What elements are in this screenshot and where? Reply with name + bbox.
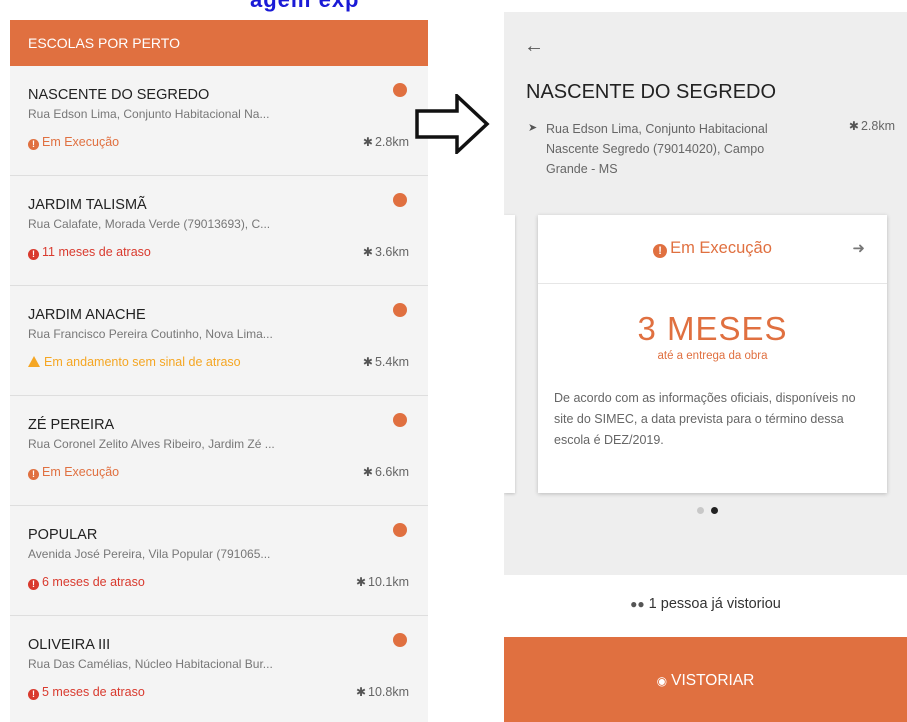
distance-value: 2.8km — [374, 135, 409, 149]
alert-icon: ! — [28, 689, 39, 700]
school-address: Rua Calafate, Morada Verde (79013693), C… — [28, 217, 271, 231]
school-list-item[interactable]: NASCENTE DO SEGREDO Rua Edson Lima, Conju… — [10, 66, 428, 176]
distance-value: 10.1km — [368, 575, 409, 589]
alert-icon: ! — [28, 579, 39, 590]
school-status-label: Em Execução — [42, 465, 120, 479]
back-arrow-icon[interactable]: ← — [524, 34, 548, 58]
school-detail-screen: ← NASCENTE DO SEGREDO ➤ Rua Edson Lima, … — [504, 12, 907, 722]
transition-arrow-icon — [415, 94, 490, 154]
school-status-label: 5 meses de atraso — [42, 685, 145, 699]
status-dot-icon — [393, 413, 407, 427]
people-icon: ●● — [630, 597, 645, 611]
school-list-item[interactable]: POPULAR Avenida José Pereira, Vila Popula… — [10, 506, 428, 616]
status-dot-icon — [393, 633, 407, 647]
walking-icon: ✱ — [355, 575, 366, 589]
distance-value: 3.6km — [374, 245, 409, 259]
vistoriar-button[interactable]: ◉ VISTORIAR — [504, 637, 907, 722]
nearby-schools-screen: ESCOLAS POR PERTO NASCENTE DO SEGREDO Rua… — [10, 20, 428, 722]
school-list-item[interactable]: ZÉ PEREIRA Rua Coronel Zelito Alves Ribei… — [10, 396, 428, 506]
school-address: Rua Coronel Zelito Alves Ribeiro, Jardim… — [28, 437, 275, 451]
school-list-item[interactable]: OLIVEIRA III Rua Das Camélias, Núcleo Hab… — [10, 616, 428, 722]
status-card[interactable]: ! Em Execução ➜ 3 MESES até a entrega da … — [538, 215, 887, 493]
school-status-label: 6 meses de atraso — [42, 575, 145, 589]
card-description: De acordo com as informações oficiais, d… — [554, 391, 856, 447]
share-icon[interactable]: ➜ — [852, 239, 865, 257]
location-arrow-icon: ➤ — [528, 122, 538, 134]
school-status-label: Em andamento sem sinal de atraso — [44, 355, 241, 369]
card-status-label: Em Execução — [670, 239, 772, 257]
distance-value: 6.6km — [374, 465, 409, 479]
school-status: ! 5 meses de atraso — [28, 685, 145, 700]
alert-icon: ! — [28, 249, 39, 260]
camera-icon: ◉ — [656, 674, 668, 688]
status-dot-icon — [393, 303, 407, 317]
pager-dot-1[interactable] — [697, 507, 704, 514]
walking-icon: ✱ — [362, 135, 373, 149]
info-icon: ! — [653, 244, 668, 258]
school-status: ! 6 meses de atraso — [28, 575, 145, 590]
school-distance: ✱ 3.6km — [363, 245, 409, 259]
nearby-schools-header: ESCOLAS POR PERTO — [10, 20, 428, 66]
card-status: ! Em Execução — [538, 239, 887, 258]
pager-dot-2[interactable] — [711, 507, 718, 514]
school-status: ! 11 meses de atraso — [28, 245, 151, 260]
visitors-label: 1 pessoa já vistoriou — [648, 596, 781, 612]
warning-icon — [28, 356, 40, 367]
school-address: Rua Edson Lima, Conjunto Habitacional Na… — [28, 107, 270, 121]
school-status-label: 11 meses de atraso — [42, 245, 151, 259]
walking-icon: ✱ — [848, 119, 859, 133]
school-address: Rua Francisco Pereira Coutinho, Nova Lim… — [28, 327, 273, 341]
status-dot-icon — [393, 193, 407, 207]
school-status-label: Em Execução — [42, 135, 120, 149]
walking-icon: ✱ — [355, 685, 366, 699]
school-list: NASCENTE DO SEGREDO Rua Edson Lima, Conju… — [10, 66, 428, 722]
school-status: Em andamento sem sinal de atraso — [28, 355, 241, 369]
carousel-pager — [697, 507, 727, 515]
school-distance: ✱ 2.8km — [363, 135, 409, 149]
months-remaining: 3 MESES — [637, 310, 788, 347]
school-title: NASCENTE DO SEGREDO — [526, 81, 777, 103]
walking-icon: ✱ — [362, 465, 373, 479]
school-address: Rua Edson Lima, Conjunto Habitacional Na… — [546, 122, 768, 176]
school-list-item[interactable]: JARDIM ANACHE Rua Francisco Pereira Couti… — [10, 286, 428, 396]
previous-card-edge[interactable] — [504, 215, 515, 493]
school-name: JARDIM ANACHE — [28, 307, 146, 323]
school-distance: ✱ 10.1km — [356, 575, 409, 589]
school-name: OLIVEIRA III — [28, 637, 111, 653]
school-name: POPULAR — [28, 527, 98, 543]
alert-icon: ! — [28, 469, 39, 480]
school-distance: ✱ 6.6km — [363, 465, 409, 479]
school-name: NASCENTE DO SEGREDO — [28, 87, 210, 103]
school-address: Rua Das Camélias, Núcleo Habitacional Bu… — [28, 657, 273, 671]
vistoriar-label: VISTORIAR — [671, 672, 755, 689]
status-dot-icon — [393, 523, 407, 537]
school-distance: ✱ 5.4km — [363, 355, 409, 369]
distance-value: 10.8km — [368, 685, 409, 699]
months-caption: até a entrega da obra — [657, 350, 768, 362]
walking-icon: ✱ — [362, 355, 373, 369]
visitors-bar: ●● 1 pessoa já vistoriou — [504, 575, 907, 637]
visitors-count: ●● 1 pessoa já vistoriou — [504, 596, 907, 612]
alert-icon: ! — [28, 139, 39, 150]
school-status: ! Em Execução — [28, 135, 119, 150]
status-dot-icon — [393, 83, 407, 97]
school-distance: ✱ 2.8km — [849, 119, 895, 133]
distance-value: 2.8km — [860, 119, 895, 133]
card-divider — [538, 283, 887, 284]
distance-value: 5.4km — [374, 355, 409, 369]
school-distance: ✱ 10.8km — [356, 685, 409, 699]
school-list-item[interactable]: JARDIM TALISMÃ Rua Calafate, Morada Verde… — [10, 176, 428, 286]
school-status: ! Em Execução — [28, 465, 119, 480]
school-address: Avenida José Pereira, Vila Popular (7910… — [28, 547, 271, 561]
walking-icon: ✱ — [362, 245, 373, 259]
school-name: JARDIM TALISMÃ — [28, 197, 147, 213]
school-name: ZÉ PEREIRA — [28, 417, 115, 433]
